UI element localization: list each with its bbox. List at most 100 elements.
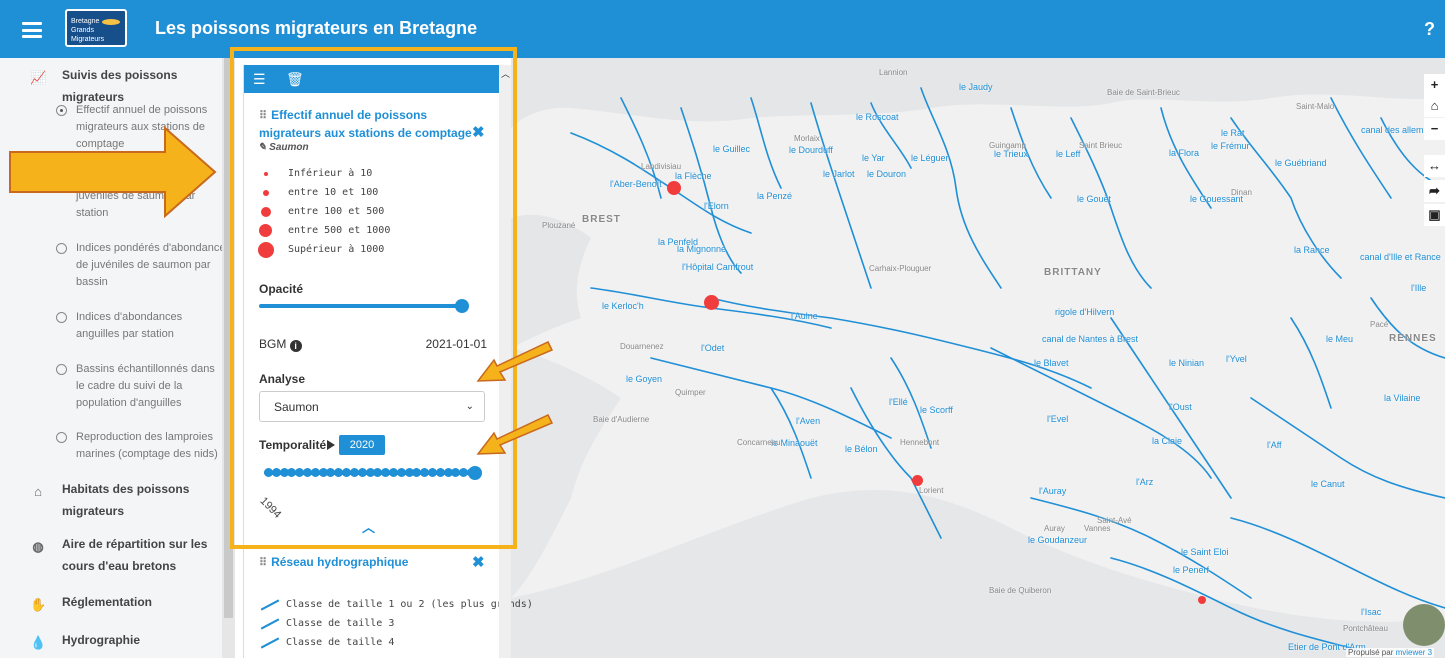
- sidebar-item-lamproies[interactable]: Reproduction des lamproies marines (comp…: [56, 429, 228, 465]
- station-marker[interactable]: [667, 181, 681, 195]
- station-marker[interactable]: [704, 295, 719, 310]
- play-icon[interactable]: [327, 440, 335, 450]
- map-label: l'Yvel: [1226, 354, 1247, 364]
- drag-handle-icon[interactable]: ⠿: [259, 557, 267, 569]
- map-label: la Vilaine: [1384, 393, 1421, 403]
- sidebar-item-indices-juveniles[interactable]: Indices d'abondance de juvéniles de saum…: [56, 171, 228, 223]
- drag-handle-icon[interactable]: ⠿: [259, 110, 267, 122]
- zoom-out-button[interactable]: −: [1424, 118, 1445, 140]
- close-layer-button[interactable]: ✖: [472, 123, 485, 141]
- fish-icon: [102, 19, 120, 25]
- source-row: BGM i 2021-01-01: [259, 337, 487, 352]
- sidebar-scrollbar-thumb[interactable]: [224, 58, 233, 618]
- zoom-in-button[interactable]: +: [1424, 74, 1445, 96]
- map-label: le Saint Eloi: [1181, 547, 1229, 557]
- radio-icon[interactable]: [56, 174, 67, 185]
- radio-icon[interactable]: [56, 432, 67, 443]
- legend-line: [260, 599, 280, 611]
- map-city-label: Landivisiau: [641, 162, 682, 171]
- map-label: le Gouët: [1077, 194, 1112, 204]
- help-button[interactable]: ?: [1424, 19, 1435, 40]
- map-label: l'Aven: [796, 416, 821, 426]
- station-marker[interactable]: [1198, 596, 1206, 604]
- opacity-slider-track[interactable]: [259, 304, 465, 308]
- map-label: l'Evel: [1047, 414, 1069, 424]
- map-city-label: Lorient: [919, 486, 944, 495]
- map-label: le Douron: [867, 169, 907, 179]
- map-label: le Léguer: [911, 153, 949, 163]
- map-label: le Yar: [862, 153, 885, 163]
- house-icon: ⌂: [34, 484, 42, 499]
- map-label: le Blavet: [1034, 358, 1069, 368]
- map-label: l'Aber-Benoît: [610, 179, 662, 189]
- menu-icon[interactable]: [22, 22, 42, 38]
- radio-selected-icon[interactable]: [56, 105, 67, 116]
- map-label: le Jaudy: [959, 82, 993, 92]
- mviewer-link[interactable]: mviewer 3: [1396, 648, 1432, 657]
- sidebar-item-indices-anguilles[interactable]: Indices d'abondances anguilles par stati…: [56, 309, 228, 345]
- logo: Bretagne Grands Migrateurs: [65, 9, 127, 47]
- measure-icon[interactable]: ↔: [1424, 155, 1445, 177]
- map-city-label: Hennebont: [900, 438, 940, 447]
- drop-icon: 💧: [30, 635, 47, 650]
- trash-icon[interactable]: 🗑: [286, 71, 304, 88]
- map-city-label: Guingamp: [989, 141, 1026, 150]
- map-label: l'Oust: [1169, 402, 1192, 412]
- sidebar-item-bassins[interactable]: Bassins échantillonnés dans le cadre du …: [56, 361, 228, 413]
- home-icon[interactable]: ⌂: [1424, 95, 1445, 117]
- sidebar-item-effectif[interactable]: Effectif annuel de poissons migrateurs a…: [56, 102, 228, 154]
- layer-sublabel: ✎ Saumon: [258, 142, 309, 153]
- map-label: la Rance: [1294, 245, 1330, 255]
- chevron-up-icon[interactable]: ︿: [362, 517, 375, 536]
- station-marker[interactable]: [912, 475, 923, 486]
- radio-icon[interactable]: [56, 364, 67, 375]
- map-label: le Frémur: [1211, 141, 1250, 151]
- info-icon[interactable]: i: [289, 340, 302, 352]
- map-label: le Jarlot: [823, 169, 855, 179]
- layer-title[interactable]: ⠿ Effectif annuel de poissons migrateurs …: [259, 107, 484, 142]
- map-label: le Dourduff: [789, 145, 833, 155]
- map-label: la Flora: [1169, 148, 1200, 158]
- opacity-label: Opacité: [259, 282, 304, 296]
- map-city-label: BREST: [582, 214, 621, 225]
- close-layer2-button[interactable]: ✖: [472, 553, 485, 571]
- map-label: l'Ille: [1411, 283, 1427, 293]
- time-slider-knob[interactable]: [468, 466, 482, 480]
- map-city-label: Auray: [1044, 524, 1065, 533]
- image-export-icon[interactable]: ▣: [1424, 204, 1445, 226]
- radio-icon[interactable]: [56, 312, 67, 323]
- map-label: le Guébriand: [1275, 158, 1327, 168]
- basemap-switcher-icon[interactable]: [1403, 604, 1445, 646]
- map-city-label: Saint-Malo: [1296, 102, 1335, 111]
- map-label: le Kerloc'h: [602, 301, 644, 311]
- map-label: l'Elorn: [704, 201, 729, 211]
- list-icon[interactable]: ☰: [253, 71, 266, 88]
- radio-icon[interactable]: [56, 243, 67, 254]
- map-city-label: Lannion: [879, 68, 908, 77]
- map-label: le Rat: [1221, 128, 1245, 138]
- logo-text-2: Grands Migrateurs: [71, 27, 105, 43]
- opacity-slider-knob[interactable]: [455, 299, 469, 313]
- map[interactable]: le Jaudy le Roscoat le Guillec le Dourdu…: [511, 58, 1445, 658]
- panel-scrollbar[interactable]: ︿: [499, 65, 511, 658]
- map-label: l'Hôpital Camfrout: [682, 262, 754, 272]
- map-label: la Flèche: [675, 171, 712, 181]
- layer2-title[interactable]: ⠿ Réseau hydrographique: [259, 555, 489, 569]
- map-city-label: Douarnenez: [620, 342, 664, 351]
- share-icon[interactable]: ➦: [1424, 180, 1445, 202]
- map-label: la Mignonne: [677, 244, 727, 254]
- map-city-label: Plouzané: [542, 221, 576, 230]
- map-city-label: Pacé: [1370, 320, 1389, 329]
- chevron-up-icon[interactable]: ︿: [501, 67, 510, 80]
- analyse-select[interactable]: Saumon ⌄: [259, 391, 485, 422]
- time-slider-ticks[interactable]: [264, 468, 476, 478]
- sidebar-item-indices-ponderes[interactable]: Indices pondérés d'abondance de juvénile…: [56, 240, 228, 292]
- year-badge[interactable]: 2020: [339, 435, 385, 455]
- map-city-label: Baie de Saint-Brieuc: [1107, 88, 1180, 97]
- map-city-label: Quimper: [675, 388, 706, 397]
- map-city-label: Dinan: [1231, 188, 1252, 197]
- map-label: la Penzé: [757, 191, 793, 201]
- map-label: le Penerf: [1173, 565, 1210, 575]
- page-title: Les poissons migrateurs en Bretagne: [155, 18, 478, 38]
- map-label: l'Ellé: [889, 397, 908, 407]
